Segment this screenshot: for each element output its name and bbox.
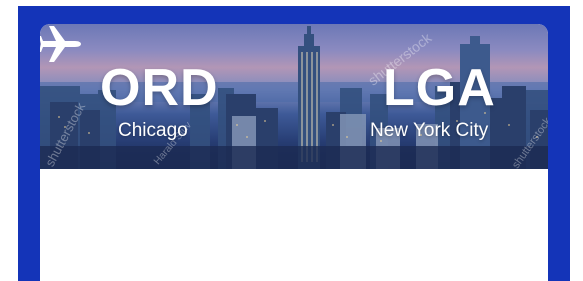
destination-airport-code: LGA <box>383 59 496 117</box>
flight-card: shutterstock shutterstock Harald Stuv sh… <box>40 24 548 281</box>
origin-city: Chicago <box>118 120 188 141</box>
destination-city: New York City <box>370 120 489 141</box>
flight-header-image: shutterstock shutterstock Harald Stuv sh… <box>40 24 548 169</box>
origin-airport-code: ORD <box>100 59 219 117</box>
outer-frame: shutterstock shutterstock Harald Stuv sh… <box>18 6 570 281</box>
airplane-icon <box>40 26 81 62</box>
